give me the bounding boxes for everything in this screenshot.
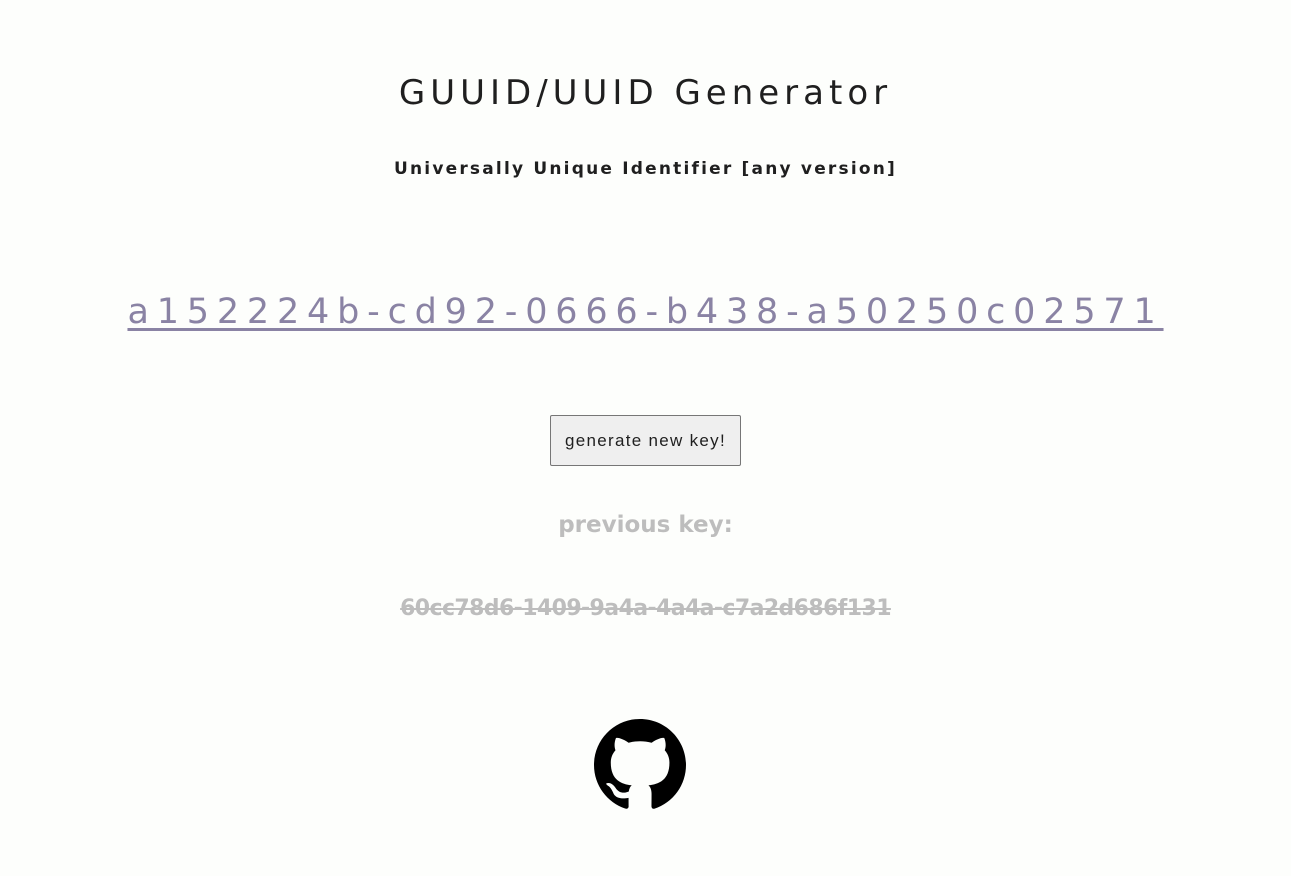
page-subtitle: Universally Unique Identifier [any versi… <box>394 159 897 179</box>
previous-key-label: previous key: <box>558 512 733 538</box>
page-title: GUUID/UUID Generator <box>398 73 893 113</box>
previous-key-value: 60cc78d6-1409-9a4a-4a4a-c7a2d686f131 <box>400 596 891 621</box>
button-container: generate new key! <box>0 415 1291 466</box>
current-key-link[interactable]: a152224b-cd92-0666-b438-a50250c02571 <box>0 292 1291 332</box>
generate-new-key-button[interactable]: generate new key! <box>549 415 742 466</box>
github-icon <box>594 719 686 809</box>
page: GUUID/UUID Generator Universally Unique … <box>0 0 1291 876</box>
github-link[interactable] <box>594 719 686 811</box>
